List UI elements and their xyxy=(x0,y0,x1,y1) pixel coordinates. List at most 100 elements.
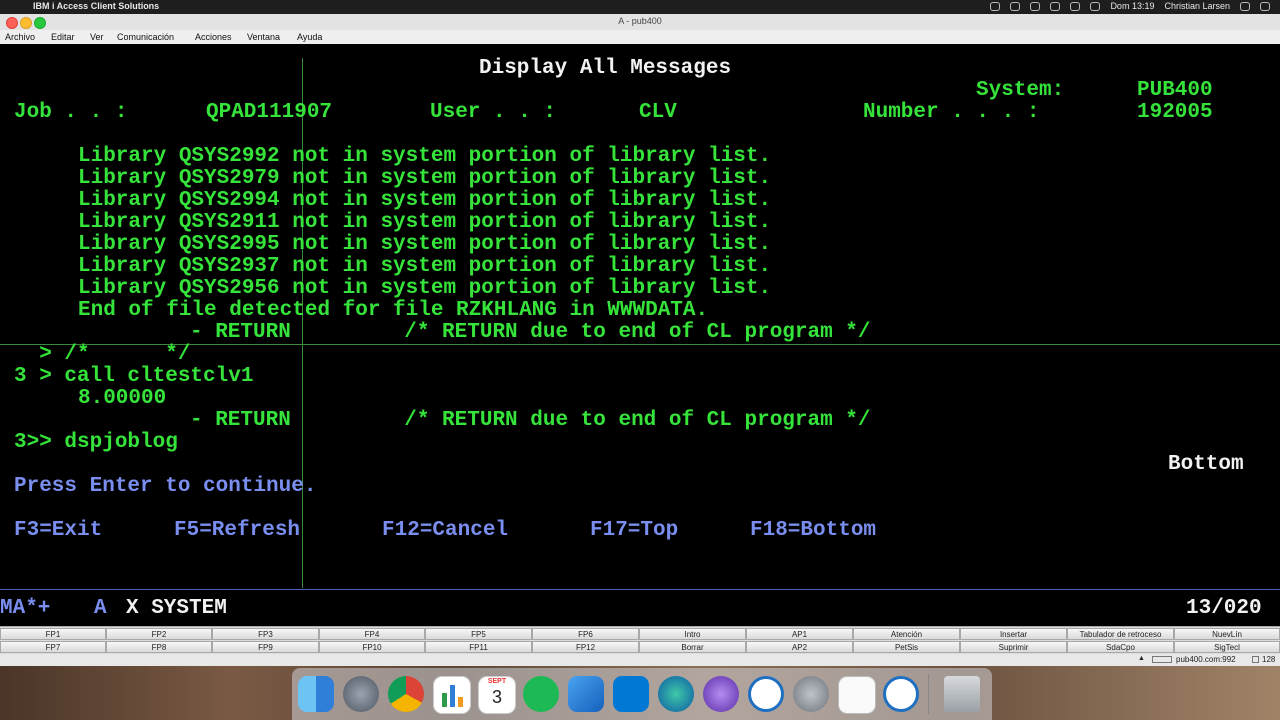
keypad-fp2[interactable]: FP2 xyxy=(106,628,212,640)
keypad-fp12[interactable]: FP12 xyxy=(532,641,639,653)
launchpad-icon[interactable] xyxy=(343,676,379,712)
search-icon[interactable] xyxy=(1240,1,1250,11)
f12-cancel-key[interactable]: F12=Cancel xyxy=(382,520,508,542)
keypad-sigtecl[interactable]: SigTecl xyxy=(1174,641,1280,653)
message-line: Library QSYS2992 not in system portion o… xyxy=(78,145,772,168)
comment-line: > /* */ xyxy=(14,343,191,366)
screen-title: Display All Messages xyxy=(479,57,732,80)
message-line: Library QSYS2979 not in system portion o… xyxy=(78,167,772,190)
keypad-ap1[interactable]: AP1 xyxy=(746,628,853,640)
menu-editar[interactable]: Editar xyxy=(51,32,75,42)
menubar-app-name[interactable]: IBM i Access Client Solutions xyxy=(33,1,159,11)
keypad-fp1[interactable]: FP1 xyxy=(0,628,106,640)
window-title-bar: A - pub400 xyxy=(0,14,1280,31)
status-system: X SYSTEM xyxy=(126,597,227,620)
battery-icon[interactable] xyxy=(1030,1,1041,11)
message-line: Library QSYS2911 not in system portion o… xyxy=(78,211,772,234)
host-address: pub400.com:992 xyxy=(1176,655,1236,664)
keypad-petsis[interactable]: PetSis xyxy=(853,641,960,653)
user-label: User . . : xyxy=(430,101,557,124)
menu-archivo[interactable]: Archivo xyxy=(5,32,35,42)
call-result-value: 8.00000 xyxy=(78,387,167,410)
keypad-fp11[interactable]: FP11 xyxy=(425,641,532,653)
keypad-sdacpo[interactable]: SdaCpo xyxy=(1067,641,1174,653)
ibm-i-access-2-icon[interactable] xyxy=(883,676,919,712)
menubar-status-area: Dom 13:19 Christian Larsen xyxy=(990,1,1270,11)
ibm-i-access-icon[interactable] xyxy=(748,676,784,712)
record-icon[interactable] xyxy=(990,1,1001,11)
textedit-icon[interactable] xyxy=(838,676,876,714)
edge-icon[interactable] xyxy=(658,676,694,712)
dock-divider xyxy=(928,674,929,714)
keypad-insertar[interactable]: Insertar xyxy=(960,628,1067,640)
control-center-icon[interactable] xyxy=(1260,1,1270,11)
keypad-atencion[interactable]: Atención xyxy=(853,628,960,640)
keypad-suprimir[interactable]: Suprimir xyxy=(960,641,1067,653)
vscode-icon[interactable] xyxy=(613,676,649,712)
keypad-ap2[interactable]: AP2 xyxy=(746,641,853,653)
message-line: Library QSYS2994 not in system portion o… xyxy=(78,189,772,212)
number-value: 192005 xyxy=(1137,101,1213,124)
xcode-icon[interactable] xyxy=(568,676,604,712)
lock-icon xyxy=(1252,656,1259,663)
spotify-icon[interactable] xyxy=(523,676,559,712)
numbers-icon[interactable] xyxy=(433,676,471,714)
menubar-user[interactable]: Christian Larsen xyxy=(1164,1,1230,11)
terminal-screen[interactable]: Display All Messages System: PUB400 Job … xyxy=(0,44,1280,626)
status-a: A xyxy=(94,597,107,620)
wifi-icon[interactable] xyxy=(1070,1,1081,11)
crosshair-horizontal xyxy=(0,344,1280,345)
keypad-fp3[interactable]: FP3 xyxy=(212,628,319,640)
keypad-fp8[interactable]: FP8 xyxy=(106,641,212,653)
number-label: Number . . . : xyxy=(863,101,1040,124)
f3-exit-key[interactable]: F3=Exit xyxy=(14,520,102,542)
keypad-nuevlin[interactable]: NuevLín xyxy=(1174,628,1280,640)
keypad-fp5[interactable]: FP5 xyxy=(425,628,532,640)
imovie-icon[interactable] xyxy=(703,676,739,712)
encryption-bits: 128 xyxy=(1262,655,1276,664)
user-value: CLV xyxy=(639,101,677,124)
system-value: PUB400 xyxy=(1137,79,1213,102)
trash-icon[interactable] xyxy=(944,676,980,712)
keypad-tabulador-retroceso[interactable]: Tabulador de retroceso xyxy=(1067,628,1174,640)
chrome-icon[interactable] xyxy=(388,676,424,712)
siri-icon[interactable] xyxy=(1010,1,1021,11)
keypad-borrar[interactable]: Borrar xyxy=(639,641,746,653)
window-title: A - pub400 xyxy=(618,16,662,26)
bottom-indicator: Bottom xyxy=(1168,453,1244,476)
keypad-fp4[interactable]: FP4 xyxy=(319,628,425,640)
keypad-fp9[interactable]: FP9 xyxy=(212,641,319,653)
system-label: System: xyxy=(976,79,1065,102)
menubar-clock[interactable]: Dom 13:19 xyxy=(1110,1,1154,11)
volume-icon[interactable] xyxy=(1090,1,1101,11)
finder-icon[interactable] xyxy=(298,676,334,712)
keypad-fp10[interactable]: FP10 xyxy=(319,641,425,653)
keypad-bar: FP1 FP2 FP3 FP4 FP5 FP6 Intro AP1 Atenci… xyxy=(0,626,1280,655)
menu-acciones[interactable]: Acciones xyxy=(195,32,232,42)
f5-refresh-key[interactable]: F5=Refresh xyxy=(174,520,300,542)
keypad-fp7[interactable]: FP7 xyxy=(0,641,106,653)
session-status-strip: ▲ pub400.com:992 128 xyxy=(0,654,1280,666)
operator-info-area: MA*+ A X SYSTEM 13/020 xyxy=(0,590,1280,626)
menu-comunicacion[interactable]: Comunicación xyxy=(117,32,174,42)
command-line: 3>> dspjoblog xyxy=(14,431,178,454)
menu-ver[interactable]: Ver xyxy=(90,32,104,42)
menu-ventana[interactable]: Ventana xyxy=(247,32,280,42)
keypad-intro[interactable]: Intro xyxy=(639,628,746,640)
system-preferences-icon[interactable] xyxy=(793,676,829,712)
call-command-line: 3 > call cltestclv1 xyxy=(14,365,254,388)
calendar-month: SEPT xyxy=(487,678,507,685)
job-value: QPAD111907 xyxy=(206,101,333,124)
f18-bottom-key[interactable]: F18=Bottom xyxy=(750,520,876,542)
message-line: Library QSYS2937 not in system portion o… xyxy=(78,255,772,278)
app-menu-bar: Archivo Editar Ver Comunicación Acciones… xyxy=(0,30,1280,45)
return-line: - RETURN /* RETURN due to end of CL prog… xyxy=(190,321,871,344)
return-line: - RETURN /* RETURN due to end of CL prog… xyxy=(190,409,871,432)
scroll-up-icon[interactable]: ▲ xyxy=(1138,655,1145,662)
calendar-icon[interactable]: SEPT 3 xyxy=(478,676,516,714)
f17-top-key[interactable]: F17=Top xyxy=(590,520,678,542)
menu-ayuda[interactable]: Ayuda xyxy=(297,32,322,42)
airplay-icon[interactable] xyxy=(1050,1,1061,11)
press-enter-prompt: Press Enter to continue. xyxy=(14,475,317,498)
keypad-fp6[interactable]: FP6 xyxy=(532,628,639,640)
